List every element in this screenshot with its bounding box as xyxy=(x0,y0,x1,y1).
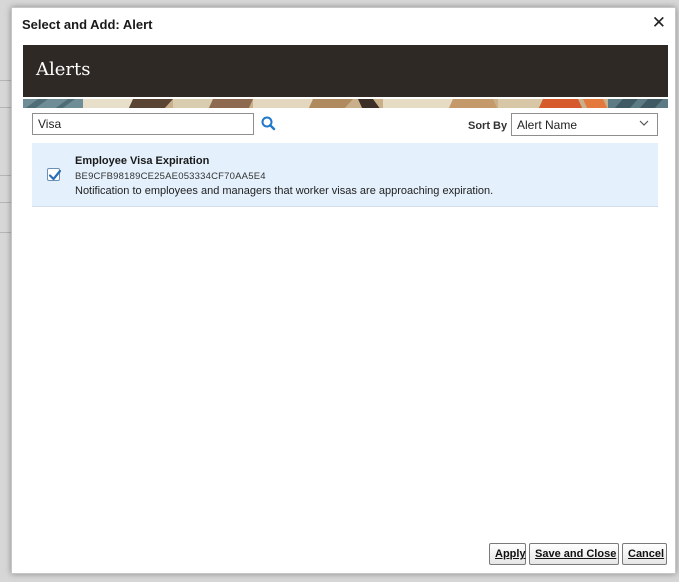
decorative-art-strip xyxy=(23,97,668,108)
search-toolbar: Sort By Alert Name xyxy=(23,108,668,142)
sort-by-label: Sort By xyxy=(468,120,508,132)
decorative-pattern-image xyxy=(23,99,668,108)
select-and-add-dialog: Select and Add: Alert ✕ Alerts Visa Sort… xyxy=(11,7,676,574)
result-checkbox[interactable] xyxy=(47,168,62,181)
search-icon[interactable] xyxy=(260,115,278,133)
list-item[interactable]: Employee Visa Expiration BE9CFB98189CE25… xyxy=(32,143,658,207)
dialog-title: Select and Add: Alert xyxy=(22,17,153,32)
alerts-banner: Alerts xyxy=(23,45,668,97)
apply-button[interactable]: Apply xyxy=(489,543,526,565)
banner-title: Alerts xyxy=(36,59,91,80)
cancel-button[interactable]: Cancel xyxy=(622,543,667,565)
alert-id: BE9CFB98189CE25AE053334CF70AA5E4 xyxy=(75,171,266,182)
sort-by-selected-value: Alert Name xyxy=(517,118,578,132)
search-input[interactable] xyxy=(32,113,254,135)
alert-name: Employee Visa Expiration xyxy=(75,155,210,167)
save-and-close-button[interactable]: Save and Close xyxy=(529,543,619,565)
sort-by-select[interactable]: Alert Name xyxy=(511,113,658,136)
alert-description: Notification to employees and managers t… xyxy=(75,185,494,197)
chevron-down-icon xyxy=(639,120,649,126)
close-icon[interactable]: ✕ xyxy=(652,13,666,33)
checkmark-icon xyxy=(48,169,62,181)
